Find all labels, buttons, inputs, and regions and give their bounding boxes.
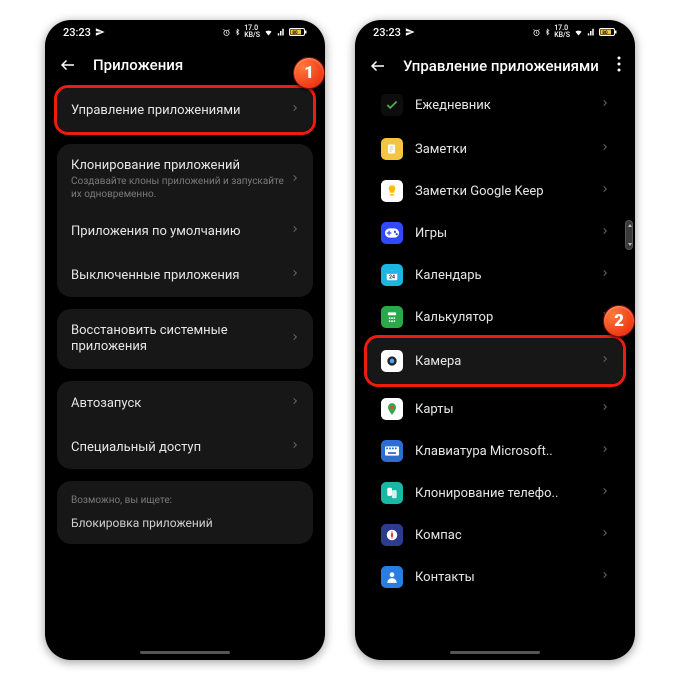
svg-text:80: 80: [292, 30, 298, 36]
svg-text:80: 80: [602, 30, 608, 36]
clone-icon: [381, 482, 403, 504]
chevron-right-icon: [291, 102, 299, 118]
game-icon: [381, 222, 403, 244]
camera-icon: [381, 350, 403, 372]
home-indicator[interactable]: [450, 651, 540, 654]
more-icon[interactable]: [617, 56, 621, 76]
row-manage-apps[interactable]: Управление приложениями: [57, 88, 313, 132]
battery-icon: 80: [599, 27, 617, 37]
scroll-indicator[interactable]: [625, 220, 633, 250]
step-badge-2: 2: [603, 305, 635, 337]
bluetooth-icon: [234, 27, 241, 37]
svg-text:24: 24: [389, 275, 395, 281]
chevron-right-icon: [291, 223, 299, 239]
app-row[interactable]: Ежедневник: [355, 90, 635, 128]
chevron-right-icon: [601, 183, 609, 199]
maps-icon: [381, 398, 403, 420]
wifi-icon: [573, 28, 584, 37]
compass-icon: [381, 524, 403, 546]
signal-icon: [587, 28, 596, 37]
chevron-right-icon: [291, 439, 299, 455]
calc-icon: [381, 306, 403, 328]
chevron-right-icon: [601, 485, 609, 501]
row-special-access[interactable]: Специальный доступ: [57, 425, 313, 469]
chevron-right-icon: [291, 331, 299, 347]
phone-screen-1: 23:23 17.0KB/S 80 Приложения Управление …: [45, 20, 325, 660]
keep-icon: [381, 180, 403, 202]
phone-screen-2: 23:23 17.0KB/S 80 Управление приложениям…: [355, 20, 635, 660]
status-time: 23:23: [373, 26, 401, 39]
alarm-icon: [532, 28, 541, 37]
highlight-frame-1: Управление приложениями: [54, 85, 316, 135]
chevron-right-icon: [601, 267, 609, 283]
paper-plane-icon: [95, 27, 105, 37]
chevron-right-icon: [601, 225, 609, 241]
chevron-right-icon: [601, 141, 609, 157]
kb-icon: [381, 440, 403, 462]
page-title: Приложения: [93, 56, 183, 74]
battery-icon: 80: [289, 27, 307, 37]
home-indicator[interactable]: [140, 651, 230, 654]
app-row[interactable]: Клонирование телефо..: [355, 472, 635, 514]
paper-plane-icon: [405, 27, 415, 37]
highlight-frame-2: Камера: [364, 335, 626, 387]
chevron-right-icon: [601, 401, 609, 417]
app-row[interactable]: Заметки Google Keep: [355, 170, 635, 212]
status-bar: 23:23 17.0KB/S 80: [45, 20, 325, 44]
status-time: 23:23: [63, 26, 91, 39]
status-bar: 23:23 17.0KB/S 80: [355, 20, 635, 44]
row-restore-system[interactable]: Восстановить системные приложения: [57, 309, 313, 369]
calendar-icon: 24: [381, 264, 403, 286]
chevron-right-icon: [601, 569, 609, 585]
app-row[interactable]: Карты: [355, 388, 635, 430]
page-header: Приложения: [45, 44, 325, 88]
app-row[interactable]: 24 Календарь: [355, 254, 635, 296]
app-row[interactable]: Калькулятор: [355, 296, 635, 338]
chevron-right-icon: [291, 172, 299, 188]
app-row[interactable]: Игры: [355, 212, 635, 254]
chevron-right-icon: [601, 443, 609, 459]
row-clone-apps[interactable]: Клонирование приложений Создавайте клоны…: [57, 144, 313, 209]
chevron-right-icon: [601, 353, 609, 369]
row-autostart[interactable]: Автозапуск: [57, 381, 313, 425]
chevron-right-icon: [291, 267, 299, 283]
app-row[interactable]: Компас: [355, 514, 635, 556]
app-row[interactable]: Клавиатура Microsoft..: [355, 430, 635, 472]
wifi-icon: [263, 28, 274, 37]
chevron-right-icon: [601, 97, 609, 113]
contacts-icon: [381, 566, 403, 588]
app-row[interactable]: Контакты: [355, 556, 635, 598]
back-icon[interactable]: [369, 57, 387, 75]
page-header: Управление приложениями: [355, 44, 635, 90]
row-disabled-apps[interactable]: Выключенные приложения: [57, 253, 313, 297]
suggest-block: Возможно, вы ищете: Блокировка приложени…: [57, 481, 313, 544]
chevron-right-icon: [291, 395, 299, 411]
page-title: Управление приложениями: [403, 57, 599, 75]
suggest-item-app-lock[interactable]: Блокировка приложений: [71, 516, 299, 530]
step-badge-1: 1: [293, 57, 325, 89]
back-icon[interactable]: [59, 56, 77, 74]
row-default-apps[interactable]: Приложения по умолчанию: [57, 209, 313, 253]
signal-icon: [277, 28, 286, 37]
app-list[interactable]: Ежедневник Заметки Заметки Google Keep И…: [355, 90, 635, 598]
check-icon: [381, 94, 403, 116]
chevron-right-icon: [601, 527, 609, 543]
app-row-camera[interactable]: Камера: [367, 338, 623, 384]
bluetooth-icon: [544, 27, 551, 37]
note-icon: [381, 138, 403, 160]
app-row[interactable]: Заметки: [355, 128, 635, 170]
alarm-icon: [222, 28, 231, 37]
